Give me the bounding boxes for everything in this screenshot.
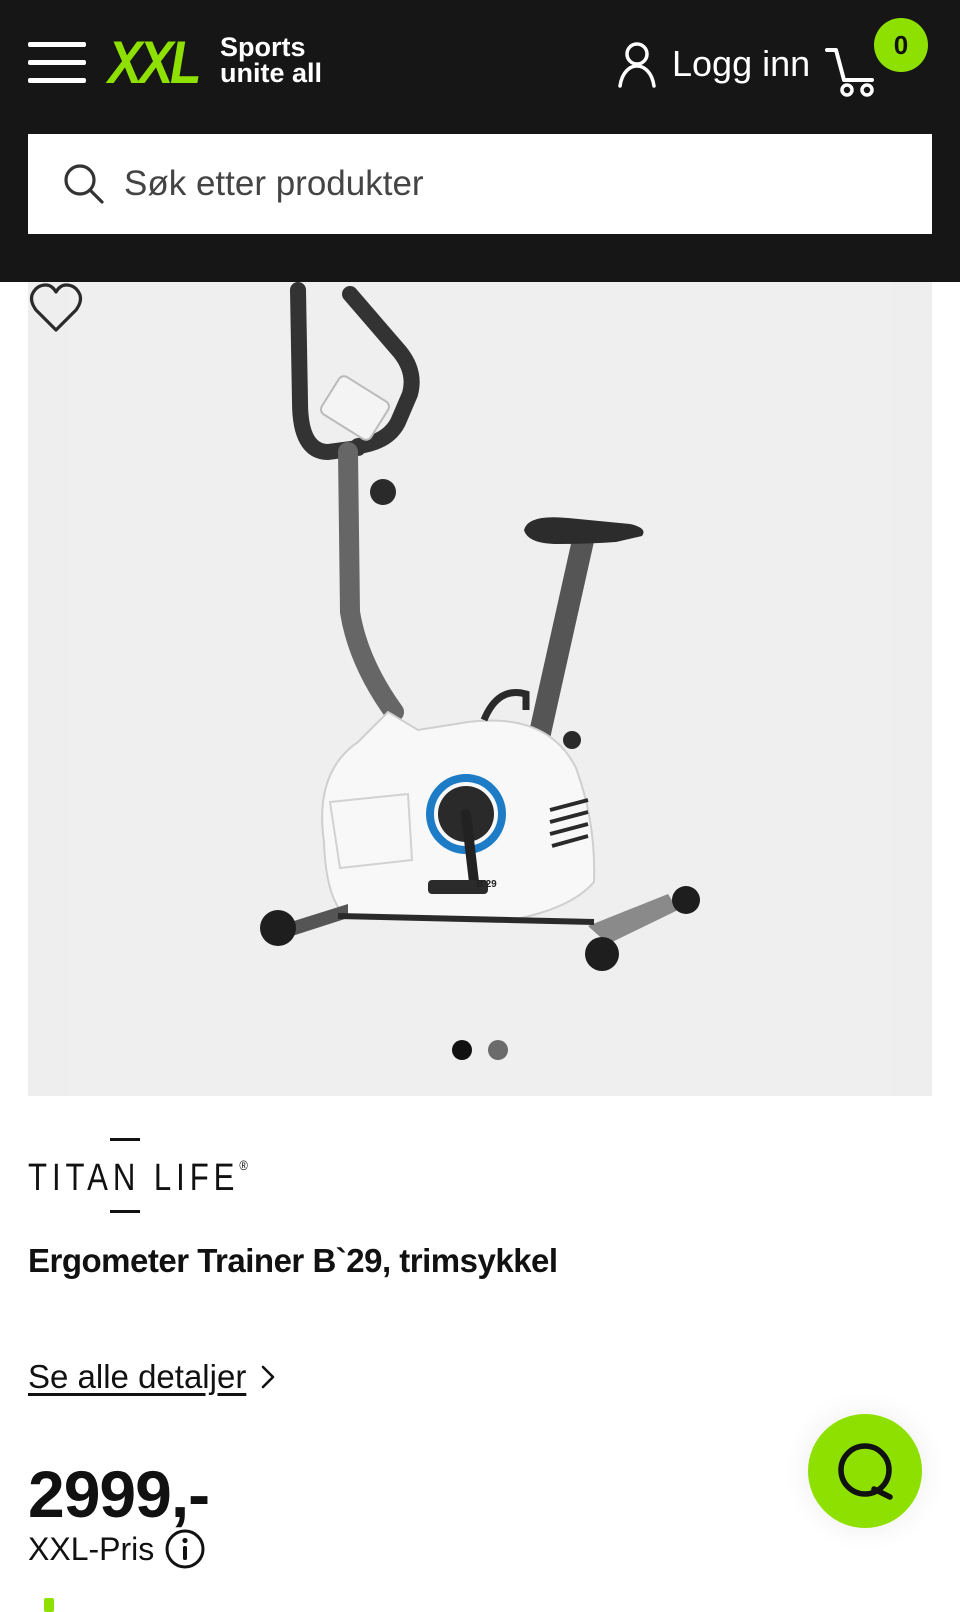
exercise-bike-image: B'29 bbox=[68, 282, 892, 1096]
brand-name: TITAN LIFE® bbox=[28, 1157, 248, 1199]
product-price: 2999,- bbox=[28, 1457, 210, 1531]
chat-button[interactable] bbox=[808, 1414, 922, 1528]
cart-count-badge: 0 bbox=[874, 18, 928, 72]
logo-tagline: Sports unite all bbox=[220, 32, 323, 88]
see-all-details-link[interactable]: Se alle detaljer bbox=[28, 1358, 276, 1396]
price-label: XXL-Pris bbox=[28, 1528, 206, 1570]
login-button[interactable]: Logg inn bbox=[618, 36, 810, 92]
search-input[interactable]: Søk etter produkter bbox=[124, 164, 424, 204]
hamburger-menu-icon[interactable] bbox=[28, 42, 86, 84]
logo-wordmark: XXL bbox=[108, 29, 201, 96]
chat-icon bbox=[838, 1443, 893, 1500]
gallery-dot-1[interactable] bbox=[452, 1040, 472, 1060]
user-icon bbox=[618, 42, 656, 88]
info-icon[interactable] bbox=[164, 1528, 206, 1570]
top-header: XXL Sports unite all Logg inn 0 Søk ette… bbox=[0, 0, 960, 282]
gallery-dot-2[interactable] bbox=[488, 1040, 508, 1060]
search-icon bbox=[64, 164, 104, 204]
chevron-right-icon bbox=[262, 1365, 275, 1389]
login-label: Logg inn bbox=[672, 43, 811, 84]
frame-label: B'29 bbox=[476, 879, 497, 890]
green-accent-mark bbox=[44, 1598, 54, 1612]
gallery-pagination bbox=[452, 1040, 508, 1060]
brand-logo[interactable]: TITAN LIFE® bbox=[28, 1138, 248, 1214]
product-image-gallery[interactable]: B'29 bbox=[28, 282, 932, 1096]
product-title: Ergometer Trainer B`29, trimsykkel bbox=[28, 1242, 558, 1279]
search-bar[interactable]: Søk etter produkter bbox=[28, 134, 932, 234]
cart-button[interactable]: 0 bbox=[825, 16, 942, 100]
heart-icon[interactable] bbox=[28, 282, 84, 334]
